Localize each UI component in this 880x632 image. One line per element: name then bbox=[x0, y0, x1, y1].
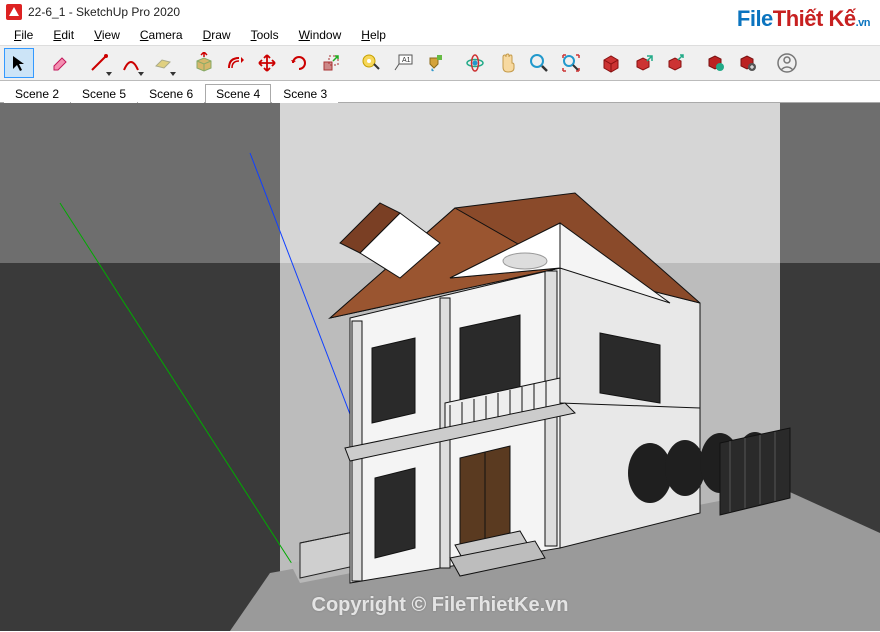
move-tool[interactable] bbox=[252, 48, 282, 78]
pan-tool[interactable] bbox=[492, 48, 522, 78]
select-tool[interactable] bbox=[4, 48, 34, 78]
scale-tool[interactable] bbox=[316, 48, 346, 78]
warehouse-send-tool[interactable] bbox=[660, 48, 690, 78]
tape-tool[interactable] bbox=[356, 48, 386, 78]
lines-tool[interactable] bbox=[84, 48, 114, 78]
dropdown-caret-icon bbox=[138, 72, 144, 76]
scene-tab-0[interactable]: Scene 2 bbox=[4, 84, 70, 103]
scene-tab-4[interactable]: Scene 3 bbox=[272, 84, 338, 103]
menu-help[interactable]: Help bbox=[351, 26, 396, 44]
svg-text:A1: A1 bbox=[402, 57, 411, 64]
shapes-tool[interactable] bbox=[148, 48, 178, 78]
extension-manager-tool[interactable] bbox=[732, 48, 762, 78]
viewport-3d[interactable]: Copyright © FileThietKe.vn bbox=[0, 103, 880, 631]
menu-view[interactable]: View bbox=[84, 26, 130, 44]
text-tool[interactable]: A1 bbox=[388, 48, 418, 78]
eraser-tool[interactable] bbox=[44, 48, 74, 78]
app-icon bbox=[6, 4, 22, 20]
menu-edit[interactable]: Edit bbox=[43, 26, 84, 44]
scene-tab-3[interactable]: Scene 4 bbox=[205, 84, 271, 103]
site-watermark-logo: FileThiết Kế.vn bbox=[737, 6, 870, 32]
scene-tab-1[interactable]: Scene 5 bbox=[71, 84, 137, 103]
zoom-extents-tool[interactable] bbox=[556, 48, 586, 78]
offset-tool[interactable] bbox=[220, 48, 250, 78]
menu-tools[interactable]: Tools bbox=[241, 26, 289, 44]
pushpull-tool[interactable] bbox=[188, 48, 218, 78]
menu-file[interactable]: Fdocument.currentScript.previousElementS… bbox=[4, 26, 43, 44]
dropdown-caret-icon bbox=[170, 72, 176, 76]
orbit-tool[interactable] bbox=[460, 48, 490, 78]
main-toolbar: A1 bbox=[0, 46, 880, 81]
3dwarehouse-tool[interactable] bbox=[596, 48, 626, 78]
zoom-tool[interactable] bbox=[524, 48, 554, 78]
rotate-tool[interactable] bbox=[284, 48, 314, 78]
extension-warehouse-tool[interactable] bbox=[700, 48, 730, 78]
dropdown-caret-icon bbox=[106, 72, 112, 76]
scene-tabs: Scene 2 Scene 5 Scene 6 Scene 4 Scene 3 bbox=[0, 81, 880, 103]
paint-tool[interactable] bbox=[420, 48, 450, 78]
menu-window[interactable]: Window bbox=[289, 26, 352, 44]
arcs-tool[interactable] bbox=[116, 48, 146, 78]
signin-button[interactable] bbox=[772, 48, 802, 78]
warehouse-get-tool[interactable] bbox=[628, 48, 658, 78]
menu-draw[interactable]: Draw bbox=[193, 26, 241, 44]
scene-tab-2[interactable]: Scene 6 bbox=[138, 84, 204, 103]
menu-camera[interactable]: Camera bbox=[130, 26, 193, 44]
